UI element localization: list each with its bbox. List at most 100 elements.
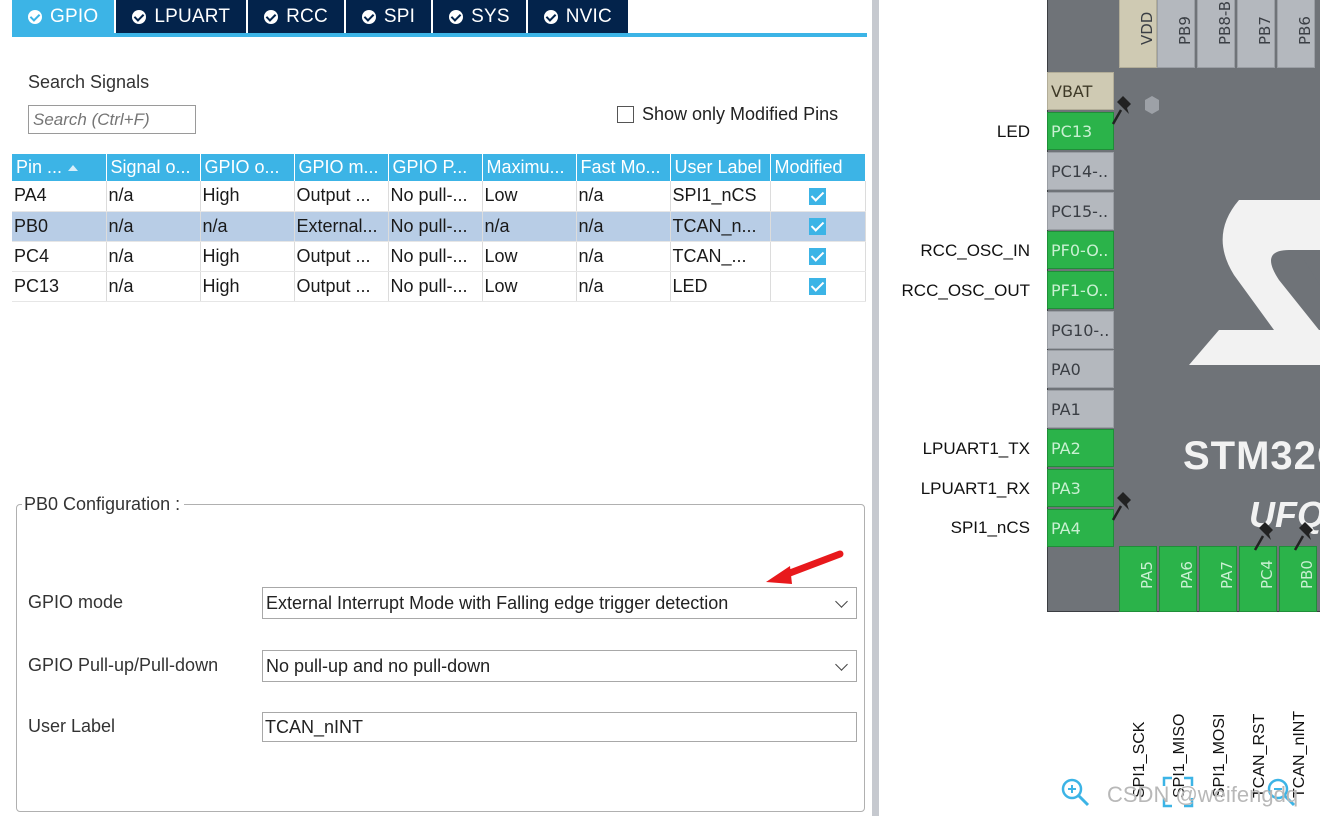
show-modified-label: Show only Modified Pins: [642, 104, 839, 124]
checkbox-box[interactable]: [617, 106, 634, 123]
tab-underline: [12, 33, 867, 37]
cell-gpio-output: High: [200, 181, 295, 212]
top-pin-pb6[interactable]: PB6: [1277, 0, 1315, 68]
modified-checkbox[interactable]: [809, 218, 826, 236]
signal-label-spi1-sck: SPI1_SCK: [1131, 628, 1151, 798]
table-row[interactable]: PC4 n/a High Output ... No pull-... Low …: [12, 241, 866, 272]
cell-user-label: TCAN_n...: [670, 211, 771, 242]
signal-label-rcc-osc-in: RCC_OSC_IN: [920, 241, 1030, 260]
cell-gpio-pull: No pull-...: [388, 271, 483, 302]
left-pin-pa3[interactable]: PA3: [1047, 469, 1114, 507]
chevron-down-icon: [835, 658, 848, 671]
signal-label-led: LED: [996, 122, 1030, 141]
left-pin-pc15[interactable]: PC15-..: [1047, 192, 1114, 230]
col-header-pin[interactable]: Pin ...: [12, 154, 107, 181]
cell-user-label: TCAN_...: [670, 241, 771, 272]
top-pin-pb7[interactable]: PB7: [1237, 0, 1275, 68]
chevron-down-icon: [835, 595, 848, 608]
table-row[interactable]: PC13 n/a High Output ... No pull-... Low…: [12, 271, 866, 302]
col-header-user-label[interactable]: User Label: [670, 154, 771, 181]
col-header-signal[interactable]: Signal o...: [106, 154, 201, 181]
cell-gpio-mode: Output ...: [294, 181, 389, 212]
top-pin-pb9[interactable]: PB9: [1157, 0, 1195, 68]
left-pin-pa2[interactable]: PA2: [1047, 429, 1114, 467]
cell-max-speed: Low: [482, 181, 577, 212]
pin-table: Pin ... Signal o... GPIO o... GPIO m... …: [12, 154, 866, 302]
bottom-pin-pb0[interactable]: PB0: [1279, 546, 1317, 612]
pin-name: PA6: [1178, 561, 1196, 589]
tab-label: NVIC: [565, 5, 612, 27]
bottom-pin-pa6[interactable]: PA6: [1159, 546, 1197, 612]
modified-checkbox[interactable]: [809, 248, 826, 266]
signal-label-tcan-rst: TCAN_RST: [1251, 628, 1271, 798]
gpio-pull-select[interactable]: No pull-up and no pull-down: [262, 650, 857, 682]
pushpin-icon: [1253, 522, 1273, 551]
col-header-gpio-output[interactable]: GPIO o...: [200, 154, 295, 181]
cell-max-speed: Low: [482, 271, 577, 302]
left-pin-vbat[interactable]: VBAT: [1047, 72, 1114, 110]
left-pin-pc13[interactable]: PC13: [1047, 112, 1114, 150]
tab-rcc[interactable]: RCC: [248, 0, 346, 33]
cell-pin: PA4: [12, 181, 107, 212]
cell-gpio-mode: Output ...: [294, 241, 389, 272]
col-header-max-speed[interactable]: Maximu...: [482, 154, 577, 181]
pushpin-icon: [1111, 492, 1131, 521]
col-header-gpio-mode[interactable]: GPIO m...: [294, 154, 389, 181]
config-tabs: GPIO LPUART RCC SPI SYS NVIC: [12, 0, 630, 33]
modified-checkbox[interactable]: [809, 278, 826, 296]
bottom-pin-pa5[interactable]: PA5: [1119, 546, 1157, 612]
search-input[interactable]: [28, 105, 196, 134]
user-label-input[interactable]: [262, 712, 857, 742]
check-circle-icon: [449, 9, 464, 24]
pushpin-icon: [1293, 522, 1313, 551]
table-row[interactable]: PB0 n/a n/a External... No pull-... n/a …: [12, 211, 866, 242]
top-pin-pb8[interactable]: PB8-B..: [1197, 0, 1235, 68]
bottom-pin-pc4[interactable]: PC4: [1239, 546, 1277, 612]
cell-gpio-pull: No pull-...: [388, 181, 483, 212]
left-pin-pg10[interactable]: PG10-..: [1047, 311, 1114, 349]
tab-spi[interactable]: SPI: [345, 0, 434, 33]
left-pin-pa0[interactable]: PA0: [1047, 350, 1114, 388]
pin-name: PA7: [1218, 561, 1236, 589]
gpio-configuration-panel: GPIO LPUART RCC SPI SYS NVIC Search Sign…: [0, 0, 874, 816]
cell-modified: [770, 211, 866, 242]
col-header-label: Pin ...: [16, 157, 63, 177]
col-header-fast-mode[interactable]: Fast Mo...: [576, 154, 671, 181]
modified-checkbox[interactable]: [809, 188, 826, 205]
cell-signal: n/a: [106, 241, 201, 272]
gpio-mode-select[interactable]: External Interrupt Mode with Falling edg…: [262, 587, 857, 619]
col-header-modified[interactable]: Modified: [770, 154, 866, 181]
cell-user-label: SPI1_nCS: [670, 181, 771, 212]
left-pin-pc14[interactable]: PC14-..: [1047, 152, 1114, 190]
zoom-in-icon[interactable]: [1059, 776, 1091, 808]
bottom-pin-pa7[interactable]: PA7: [1199, 546, 1237, 612]
signal-label-spi1-miso: SPI1_MISO: [1171, 628, 1191, 798]
left-pin-pa1[interactable]: PA1: [1047, 390, 1114, 428]
tab-sys[interactable]: SYS: [433, 0, 528, 33]
col-header-gpio-pull[interactable]: GPIO P...: [388, 154, 483, 181]
gpio-mode-label: GPIO mode: [28, 592, 124, 612]
left-pin-pf0[interactable]: PF0-O..: [1047, 231, 1114, 269]
red-arrow-annotation: [766, 550, 844, 584]
left-pin-pf1[interactable]: PF1-O..: [1047, 271, 1114, 309]
signal-label-spi1-ncs: SPI1_nCS: [950, 518, 1030, 537]
tab-gpio[interactable]: GPIO: [12, 0, 117, 33]
pin-name: PB0: [1298, 560, 1316, 589]
cell-gpio-pull: No pull-...: [388, 211, 483, 242]
cell-signal: n/a: [106, 211, 201, 242]
show-modified-pins-checkbox[interactable]: Show only Modified Pins: [617, 104, 838, 125]
tab-nvic[interactable]: NVIC: [527, 0, 630, 33]
table-header-row: Pin ... Signal o... GPIO o... GPIO m... …: [12, 154, 866, 181]
pin-name: PB7: [1256, 16, 1274, 45]
tab-lpuart[interactable]: LPUART: [116, 0, 249, 33]
cell-pin: PC13: [12, 271, 107, 302]
top-pin-vdd[interactable]: VDD: [1119, 0, 1157, 68]
gpio-pull-label: GPIO Pull-up/Pull-down: [28, 655, 219, 675]
cell-max-speed: n/a: [482, 211, 577, 242]
left-pin-pa4[interactable]: PA4: [1047, 509, 1114, 547]
signal-label-lpuart1-rx: LPUART1_RX: [920, 479, 1030, 498]
table-row[interactable]: PA4 n/a High Output ... No pull-... Low …: [12, 181, 866, 212]
panel-splitter[interactable]: [872, 0, 879, 816]
pushpin-icon: [1111, 96, 1131, 125]
tab-label: SPI: [383, 5, 416, 27]
